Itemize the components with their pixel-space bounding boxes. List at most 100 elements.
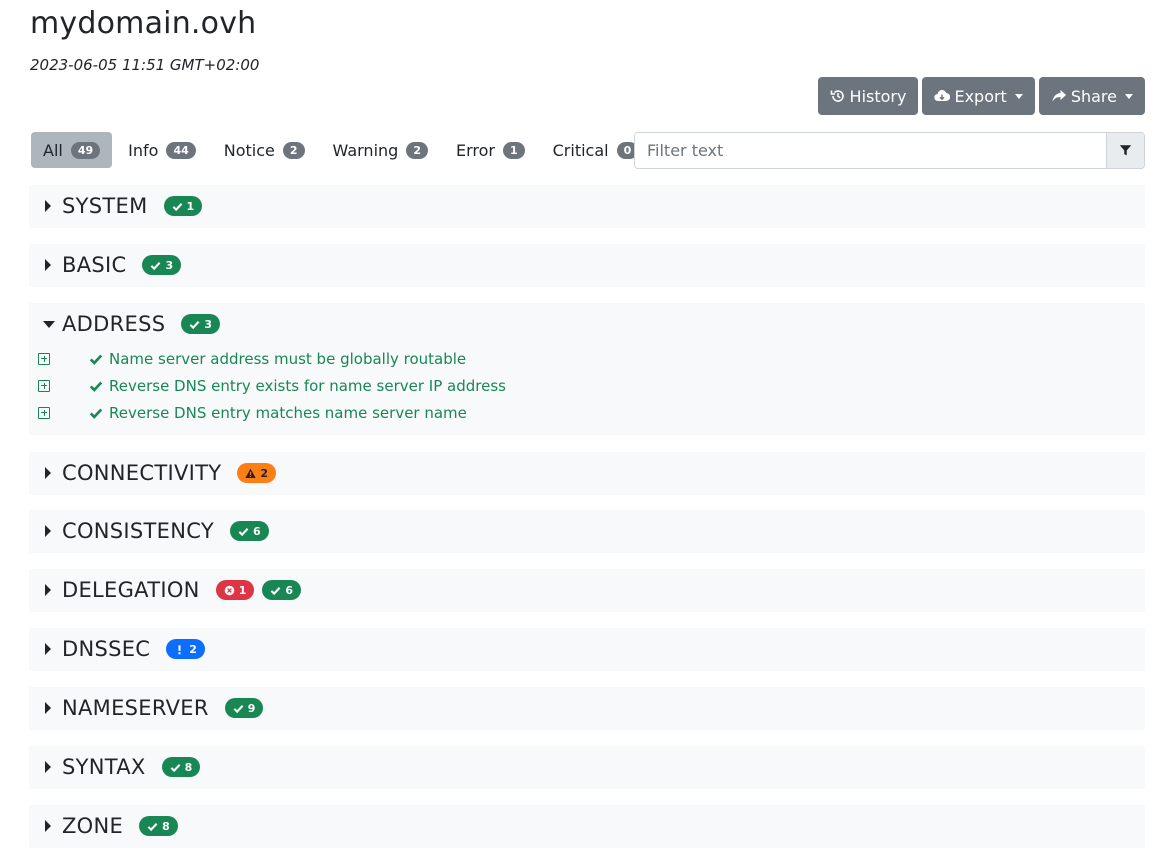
filter-tab-all[interactable]: All 49 (31, 132, 113, 168)
page-title: mydomain.ovh (30, 6, 257, 41)
level-filter-tabs: All 49 Info 44 Notice 2 Warning 2 Error … (31, 132, 654, 168)
badge-count: 9 (247, 701, 256, 715)
filter-count-badge: 44 (166, 141, 196, 159)
section-header-connectivity[interactable]: CONNECTIVITY 2 (29, 452, 1145, 494)
check-icon (147, 822, 158, 831)
notice-count-badge: 2 (166, 639, 205, 659)
section-title: CONSISTENCY (62, 519, 214, 543)
section-title: SYSTEM (62, 194, 148, 218)
exclamation-icon (178, 644, 181, 654)
ok-count-badge: 3 (142, 255, 182, 275)
section-delegation: DELEGATION 1 6 (29, 569, 1145, 612)
badge-count: 8 (184, 760, 193, 774)
share-icon (1052, 90, 1066, 102)
share-label: Share (1070, 86, 1117, 106)
badge-count: 6 (285, 583, 293, 597)
caret-right-icon (45, 259, 51, 271)
badge-count: 3 (204, 317, 212, 331)
check-icon (89, 408, 103, 419)
filter-tab-label: All (43, 140, 63, 160)
section-header-address[interactable]: ADDRESS 3 (29, 303, 1145, 345)
section-title: BASIC (62, 253, 127, 277)
filter-tab-notice[interactable]: Notice 2 (212, 132, 317, 168)
filter-tab-label: Warning (332, 140, 399, 160)
ok-count-badge: 3 (181, 314, 220, 334)
section-consistency: CONSISTENCY 6 (29, 510, 1145, 553)
caret-right-icon (45, 643, 51, 655)
filter-tab-label: Critical (552, 140, 609, 160)
ok-count-badge: 8 (161, 757, 201, 777)
section-title: CONNECTIVITY (62, 461, 222, 485)
section-title: DNSSEC (62, 637, 151, 661)
caret-right-icon (45, 761, 51, 773)
filter-button[interactable] (1106, 133, 1144, 168)
section-dnssec: DNSSEC 2 (29, 628, 1145, 671)
badge-count: 6 (252, 524, 261, 538)
test-result-text: Name server address must be globally rou… (109, 349, 467, 368)
filter-text-group (634, 132, 1145, 169)
section-nameserver: NAMESERVER 9 (29, 687, 1145, 730)
section-connectivity: CONNECTIVITY 2 (29, 452, 1145, 495)
test-result-item: Reverse DNS entry exists for name server… (29, 372, 1145, 399)
chevron-down-icon (1014, 93, 1023, 99)
section-system: SYSTEM 1 (29, 185, 1145, 228)
filter-tab-info[interactable]: Info 44 (116, 132, 208, 168)
section-title: ADDRESS (62, 312, 166, 336)
section-title: NAMESERVER (62, 696, 209, 720)
ok-count-badge: 6 (262, 580, 301, 600)
test-result-text: Reverse DNS entry matches name server na… (109, 403, 467, 422)
filter-tab-label: Notice (223, 140, 275, 160)
filter-count-badge: 2 (282, 141, 305, 159)
check-icon (189, 320, 200, 329)
ok-count-badge: 1 (163, 196, 203, 216)
check-icon (89, 354, 103, 365)
section-basic: BASIC 3 (29, 244, 1145, 287)
section-header-delegation[interactable]: DELEGATION 1 6 (29, 569, 1145, 611)
export-button[interactable]: Export (922, 77, 1035, 115)
section-header-syntax[interactable]: SYNTAX 8 (29, 746, 1145, 788)
share-button[interactable]: Share (1038, 77, 1145, 115)
section-title: ZONE (62, 814, 124, 838)
caret-down-icon (43, 320, 55, 328)
test-result-text: Reverse DNS entry exists for name server… (109, 376, 506, 395)
filter-count-badge: 1 (502, 141, 525, 159)
warning-triangle-icon (245, 468, 257, 478)
plus-square-icon[interactable] (38, 352, 50, 365)
filter-text-input[interactable] (635, 133, 1106, 168)
caret-right-icon (45, 584, 51, 596)
check-icon (170, 763, 181, 772)
section-syntax: SYNTAX 8 (29, 746, 1145, 789)
section-header-zone[interactable]: ZONE 8 (29, 805, 1145, 847)
history-button[interactable]: History (817, 77, 919, 115)
check-icon (270, 586, 281, 595)
filter-tab-error[interactable]: Error 1 (444, 132, 537, 168)
badge-count: 1 (186, 199, 195, 213)
toolbar: History Export Share (817, 77, 1145, 115)
plus-square-icon[interactable] (38, 406, 50, 419)
badge-count: 2 (260, 466, 269, 480)
section-header-basic[interactable]: BASIC 3 (29, 244, 1145, 286)
section-title: DELEGATION (62, 578, 200, 602)
ok-count-badge: 9 (224, 698, 264, 718)
ok-count-badge: 8 (139, 816, 178, 836)
plus-square-icon[interactable] (38, 379, 50, 392)
section-header-dnssec[interactable]: DNSSEC 2 (29, 628, 1145, 670)
section-header-system[interactable]: SYSTEM 1 (29, 185, 1145, 227)
section-header-consistency[interactable]: CONSISTENCY 6 (29, 510, 1145, 552)
section-address: ADDRESS 3 Name server address must be gl… (29, 303, 1145, 435)
filter-tab-warning[interactable]: Warning 2 (321, 132, 440, 168)
check-icon (172, 202, 182, 211)
test-result-item: Reverse DNS entry matches name server na… (29, 399, 1145, 426)
check-icon (233, 704, 244, 713)
section-zone: ZONE 8 (29, 805, 1145, 848)
cloud-download-icon (934, 90, 951, 102)
chevron-down-icon (1125, 93, 1133, 99)
section-header-nameserver[interactable]: NAMESERVER 9 (29, 687, 1145, 729)
badge-count: 2 (189, 642, 197, 656)
error-count-badge: 1 (215, 580, 255, 600)
caret-right-icon (45, 525, 51, 537)
filter-count-badge: 2 (406, 141, 428, 159)
badge-count: 1 (238, 583, 247, 597)
badge-count: 3 (165, 258, 174, 272)
history-icon (830, 90, 844, 102)
